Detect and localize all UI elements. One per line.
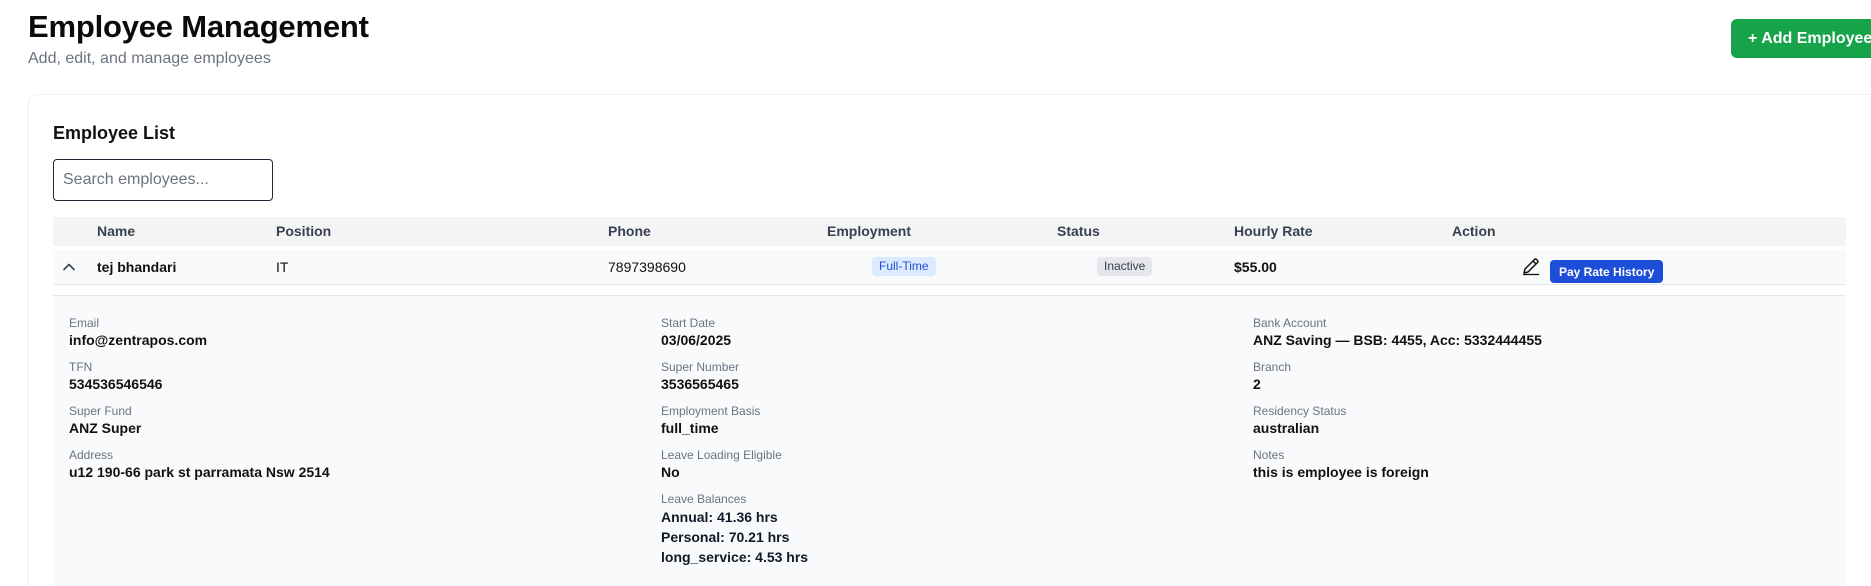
page-header: Employee Management Add, edit, and manag… [28,8,369,70]
detail-start-date: Start Date 03/06/2025 [661,316,808,360]
column-header-status[interactable]: Status [1057,223,1100,239]
employment-badge: Full-Time [872,257,936,276]
detail-tfn: TFN 534536546546 [69,360,330,404]
employee-position: IT [276,259,289,275]
detail-value: 2 [1253,376,1261,392]
detail-label: Start Date [661,316,716,330]
column-header-hourly-rate[interactable]: Hourly Rate [1234,223,1313,239]
add-employee-button[interactable]: + Add Employee [1731,19,1871,58]
hourly-rate: $55.00 [1234,259,1277,275]
details-column-2: Start Date 03/06/2025 Super Number 35365… [661,316,808,567]
detail-value: info@zentrapos.com [69,332,208,348]
detail-label: Super Number [661,360,740,374]
column-header-name[interactable]: Name [97,223,135,239]
leave-balance-annual: Annual: 41.36 hrs [661,509,778,525]
pay-rate-history-button[interactable]: Pay Rate History [1550,260,1664,283]
detail-label: Employment Basis [661,404,761,418]
details-column-3: Bank Account ANZ Saving — BSB: 4455, Acc… [1253,316,1542,492]
detail-branch: Branch 2 [1253,360,1542,404]
detail-label: Residency Status [1253,404,1347,418]
detail-label: Branch [1253,360,1292,374]
column-header-position[interactable]: Position [276,223,331,239]
chevron-up-icon[interactable] [61,259,77,275]
table-header: Name Position Phone Employment Status Ho… [53,217,1846,246]
detail-value: this is employee is foreign [1253,464,1429,480]
detail-label: Email [69,316,100,330]
details-column-1: Email info@zentrapos.com TFN 53453654654… [69,316,330,492]
detail-bank-account: Bank Account ANZ Saving — BSB: 4455, Acc… [1253,316,1542,360]
detail-employment-basis: Employment Basis full_time [661,404,808,448]
detail-value: 03/06/2025 [661,332,732,348]
employee-details-panel: Email info@zentrapos.com TFN 53453654654… [53,295,1846,586]
column-header-phone[interactable]: Phone [608,223,651,239]
detail-value: ANZ Super [69,420,142,436]
detail-residency-status: Residency Status australian [1253,404,1542,448]
leave-balance-personal: Personal: 70.21 hrs [661,529,790,545]
status-badge: Inactive [1097,257,1153,276]
page-subtitle: Add, edit, and manage employees [28,50,271,67]
detail-value: No [661,464,680,480]
detail-super-fund: Super Fund ANZ Super [69,404,330,448]
detail-value: full_time [661,420,719,436]
detail-leave-loading: Leave Loading Eligible No [661,448,808,492]
table-row[interactable]: tej bhandari IT 7897398690 Full-Time Ina… [53,250,1846,285]
detail-value: u12 190-66 park st parramata Nsw 2514 [69,464,330,480]
detail-value: ANZ Saving — BSB: 4455, Acc: 5332444455 [1253,332,1542,348]
detail-label: Address [69,448,114,462]
column-header-action: Action [1452,223,1496,239]
employee-list-title: Employee List [53,123,176,143]
leave-balance-long-service: long_service: 4.53 hrs [661,549,809,565]
detail-leave-balances: Leave Balances Annual: 41.36 hrs Persona… [661,492,808,567]
employee-list-card: Employee List Name Position Phone Employ… [28,94,1871,586]
detail-value: 3536565465 [661,376,739,392]
employee-phone: 7897398690 [608,259,686,275]
column-header-employment[interactable]: Employment [827,223,911,239]
page-title: Employee Management [28,9,369,44]
detail-label: Leave Balances [661,492,747,506]
detail-label: Super Fund [69,404,132,418]
detail-value: 534536546546 [69,376,163,392]
detail-address: Address u12 190-66 park st parramata Nsw… [69,448,330,492]
detail-notes: Notes this is employee is foreign [1253,448,1542,492]
detail-label: Bank Account [1253,316,1327,330]
detail-value: australian [1253,420,1320,436]
detail-label: TFN [69,360,93,374]
detail-super-number: Super Number 3536565465 [661,360,808,404]
pencil-icon[interactable] [1521,256,1541,276]
search-input[interactable] [53,159,273,201]
detail-label: Notes [1253,448,1285,462]
detail-email: Email info@zentrapos.com [69,316,330,360]
detail-label: Leave Loading Eligible [661,448,782,462]
employee-name: tej bhandari [97,259,177,275]
